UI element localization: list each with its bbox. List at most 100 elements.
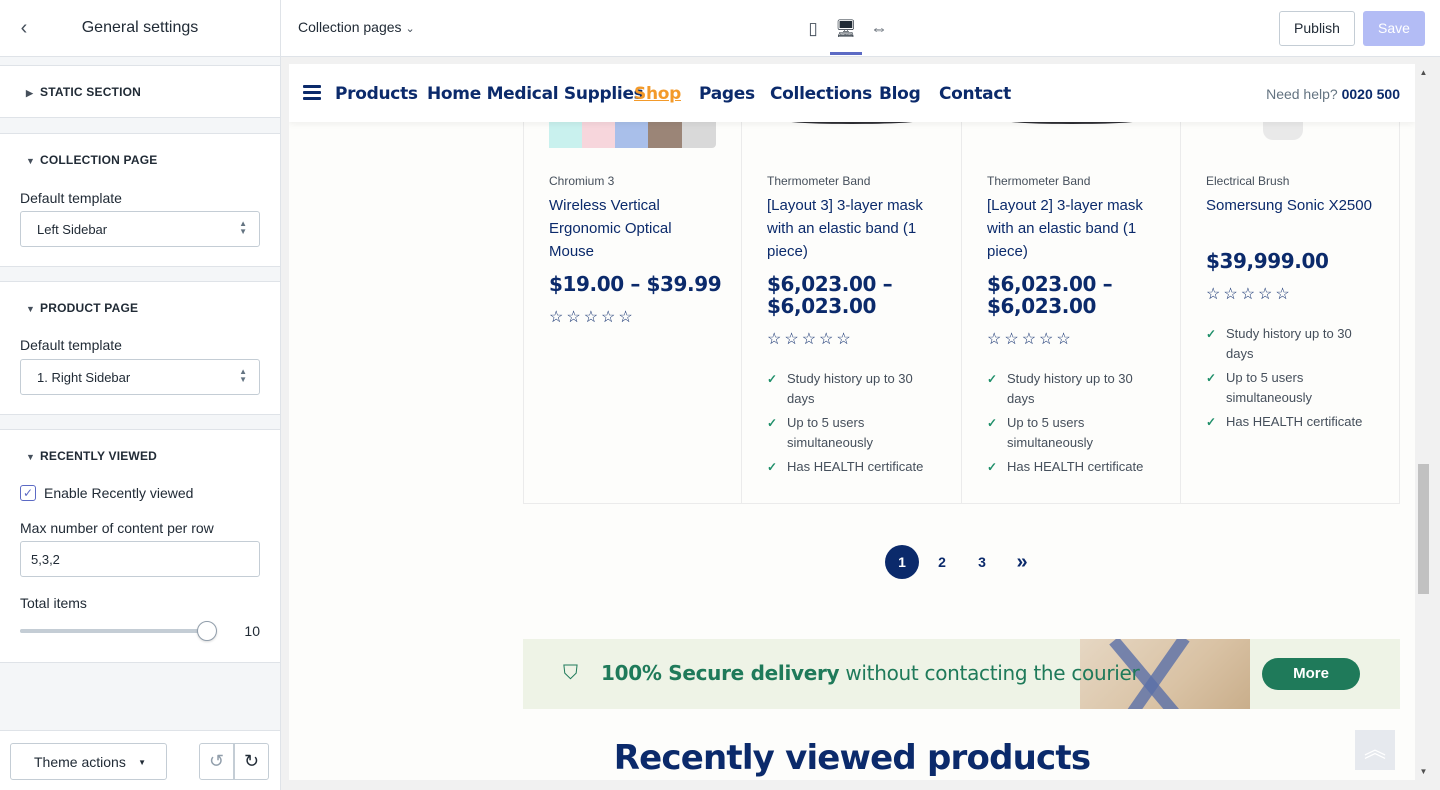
max-content-input[interactable] bbox=[20, 541, 260, 577]
nav-contact[interactable]: Contact bbox=[939, 84, 1011, 104]
page-3[interactable]: 3 bbox=[965, 545, 999, 579]
check-icon: ✓ bbox=[987, 372, 998, 386]
help-phone[interactable]: 0020 500 bbox=[1342, 86, 1400, 102]
nav-products[interactable]: Products bbox=[335, 84, 418, 104]
collection-template-select[interactable]: Left Sidebar ▲ ▼ bbox=[20, 211, 260, 247]
caret-down-icon: ▼ bbox=[26, 156, 36, 166]
scroll-down-icon[interactable]: ▼ bbox=[1418, 767, 1429, 776]
slider-thumb[interactable] bbox=[197, 621, 217, 641]
redo-icon[interactable]: ↻ bbox=[234, 743, 269, 780]
banner-bold: 100% Secure delivery bbox=[601, 661, 840, 685]
hamburger-menu-icon[interactable] bbox=[303, 85, 321, 101]
select-arrows-icon: ▲ ▼ bbox=[239, 367, 247, 384]
page-type-select[interactable]: Collection pages ⌄ bbox=[298, 19, 415, 35]
color-swatch[interactable] bbox=[582, 122, 616, 148]
undo-icon[interactable]: ↺ bbox=[199, 743, 234, 780]
save-button[interactable]: Save bbox=[1363, 11, 1425, 46]
help-contact: Need help? 0020 500 bbox=[1266, 86, 1400, 102]
product-template-select[interactable]: 1. Right Sidebar ▲ ▼ bbox=[20, 359, 260, 395]
page-2[interactable]: 2 bbox=[925, 545, 959, 579]
caret-down-icon: ▼ bbox=[26, 304, 36, 314]
fullwidth-icon[interactable]: ⇔ bbox=[866, 16, 892, 42]
nav-home-medical[interactable]: Home Medical Supplies bbox=[427, 84, 644, 104]
product-name[interactable]: [Layout 3] 3-layer mask with an elastic … bbox=[767, 194, 937, 263]
static-section-toggle[interactable]: ▶ STATIC SECTION bbox=[26, 85, 141, 99]
feature-item: ✓ Study history up to 30 days bbox=[987, 369, 1162, 409]
product-page-section: ▼ PRODUCT PAGE Default template 1. Right … bbox=[0, 281, 280, 415]
enable-recent-checkbox[interactable]: ✓ bbox=[20, 485, 36, 501]
caret-down-icon: ▼ bbox=[26, 452, 36, 462]
product-category: Electrical Brush bbox=[1206, 174, 1290, 188]
check-icon: ✓ bbox=[767, 416, 778, 430]
feature-item: ✓ Has HEALTH certificate bbox=[1206, 412, 1381, 432]
nav-shop[interactable]: Shop bbox=[634, 84, 681, 104]
product-image[interactable] bbox=[1263, 122, 1303, 140]
editor-topbar: Collection pages ⌄ ▯ 🖥 ⇔ Publish Save bbox=[281, 0, 1440, 57]
active-device-indicator bbox=[830, 52, 862, 55]
collection-template-label: Default template bbox=[20, 190, 122, 206]
total-items-slider[interactable] bbox=[20, 629, 208, 633]
recent-section-toggle[interactable]: ▼ RECENTLY VIEWED bbox=[26, 449, 157, 463]
page-type-label: Collection pages bbox=[298, 19, 402, 35]
theme-actions-label: Theme actions bbox=[34, 754, 126, 770]
product-name[interactable]: [Layout 2] 3-layer mask with an elastic … bbox=[987, 194, 1157, 263]
color-swatch[interactable] bbox=[682, 122, 716, 148]
product-name[interactable]: Wireless Vertical Ergonomic Optical Mous… bbox=[549, 194, 719, 263]
theme-actions-button[interactable]: Theme actions ▼ bbox=[10, 743, 167, 780]
check-icon: ✓ bbox=[767, 372, 778, 386]
desktop-icon[interactable]: 🖥 bbox=[833, 16, 859, 42]
feature-text: Up to 5 users simultaneously bbox=[787, 415, 873, 450]
back-to-top-icon[interactable]: ︽ bbox=[1355, 730, 1395, 770]
check-icon: ✓ bbox=[1206, 371, 1217, 385]
feature-text: Up to 5 users simultaneously bbox=[1007, 415, 1093, 450]
feature-text: Study history up to 30 days bbox=[1007, 371, 1133, 406]
page-1[interactable]: 1 bbox=[885, 545, 919, 579]
product-name[interactable]: Somersung Sonic X2500 bbox=[1206, 194, 1376, 217]
delivery-banner: ⛉ 100% Secure delivery without contactin… bbox=[523, 639, 1400, 709]
color-swatch[interactable] bbox=[648, 122, 682, 148]
nav-pages[interactable]: Pages bbox=[699, 84, 755, 104]
product-card[interactable]: Thermometer Band [Layout 2] 3-layer mask… bbox=[962, 64, 1181, 504]
scroll-thumb[interactable] bbox=[1418, 464, 1429, 594]
static-section: ▶ STATIC SECTION bbox=[0, 65, 280, 118]
select-arrows-icon: ▲ ▼ bbox=[239, 219, 247, 236]
feature-list: ✓ Study history up to 30 days ✓ Up to 5 us… bbox=[767, 369, 942, 481]
feature-item: ✓ Has HEALTH certificate bbox=[987, 457, 1162, 477]
product-section-toggle[interactable]: ▼ PRODUCT PAGE bbox=[26, 301, 138, 315]
scroll-up-icon[interactable]: ▲ bbox=[1418, 68, 1429, 77]
product-card[interactable]: Chromium 3 Wireless Vertical Ergonomic O… bbox=[524, 64, 742, 504]
recently-viewed-section: ▼ RECENTLY VIEWED ✓ Enable Recently viewe… bbox=[0, 429, 280, 663]
section-label: STATIC SECTION bbox=[40, 85, 142, 99]
section-label: PRODUCT PAGE bbox=[40, 301, 139, 315]
collection-section-toggle[interactable]: ▼ COLLECTION PAGE bbox=[26, 153, 157, 167]
feature-list: ✓ Study history up to 30 days ✓ Up to 5 us… bbox=[987, 369, 1162, 481]
product-price: $6,023.00 – $6,023.00 bbox=[767, 272, 893, 318]
store-navbar: Products Home Medical Supplies Shop Page… bbox=[289, 64, 1415, 122]
rating-stars: ☆☆☆☆☆ bbox=[987, 331, 1074, 348]
nav-collections[interactable]: Collections bbox=[770, 84, 872, 104]
publish-button[interactable]: Publish bbox=[1279, 11, 1355, 46]
rating-stars: ☆☆☆☆☆ bbox=[767, 331, 854, 348]
feature-list: ✓ Study history up to 30 days ✓ Up to 5 us… bbox=[1206, 324, 1381, 436]
caret-right-icon: ▶ bbox=[26, 88, 34, 98]
nav-blog[interactable]: Blog bbox=[879, 84, 921, 104]
color-swatch[interactable] bbox=[549, 122, 583, 148]
product-category: Thermometer Band bbox=[987, 174, 1091, 188]
product-card[interactable]: Electrical Brush Somersung Sonic X2500 $… bbox=[1181, 64, 1399, 504]
feature-item: ✓ Up to 5 users simultaneously bbox=[987, 413, 1162, 453]
color-swatch[interactable] bbox=[615, 122, 649, 148]
more-button[interactable]: More bbox=[1262, 658, 1360, 690]
product-category: Thermometer Band bbox=[767, 174, 871, 188]
next-page-icon[interactable]: » bbox=[1005, 545, 1039, 579]
section-label: RECENTLY VIEWED bbox=[40, 449, 158, 463]
settings-panel: ‹ General settings ▶ STATIC SECTION ▼ COLL… bbox=[0, 0, 281, 790]
product-grid: Chromium 3 Wireless Vertical Ergonomic O… bbox=[523, 64, 1400, 504]
select-value: 1. Right Sidebar bbox=[37, 370, 131, 385]
mobile-icon[interactable]: ▯ bbox=[800, 16, 826, 42]
collection-page-section: ▼ COLLECTION PAGE Default template Left S… bbox=[0, 133, 280, 267]
feature-item: ✓ Up to 5 users simultaneously bbox=[767, 413, 942, 453]
preview-scrollbar[interactable]: ▲ ▼ bbox=[1415, 64, 1432, 780]
feature-item: ✓ Has HEALTH certificate bbox=[767, 457, 942, 477]
product-price: $39,999.00 bbox=[1206, 249, 1329, 273]
product-card[interactable]: Thermometer Band [Layout 3] 3-layer mask… bbox=[742, 64, 962, 504]
